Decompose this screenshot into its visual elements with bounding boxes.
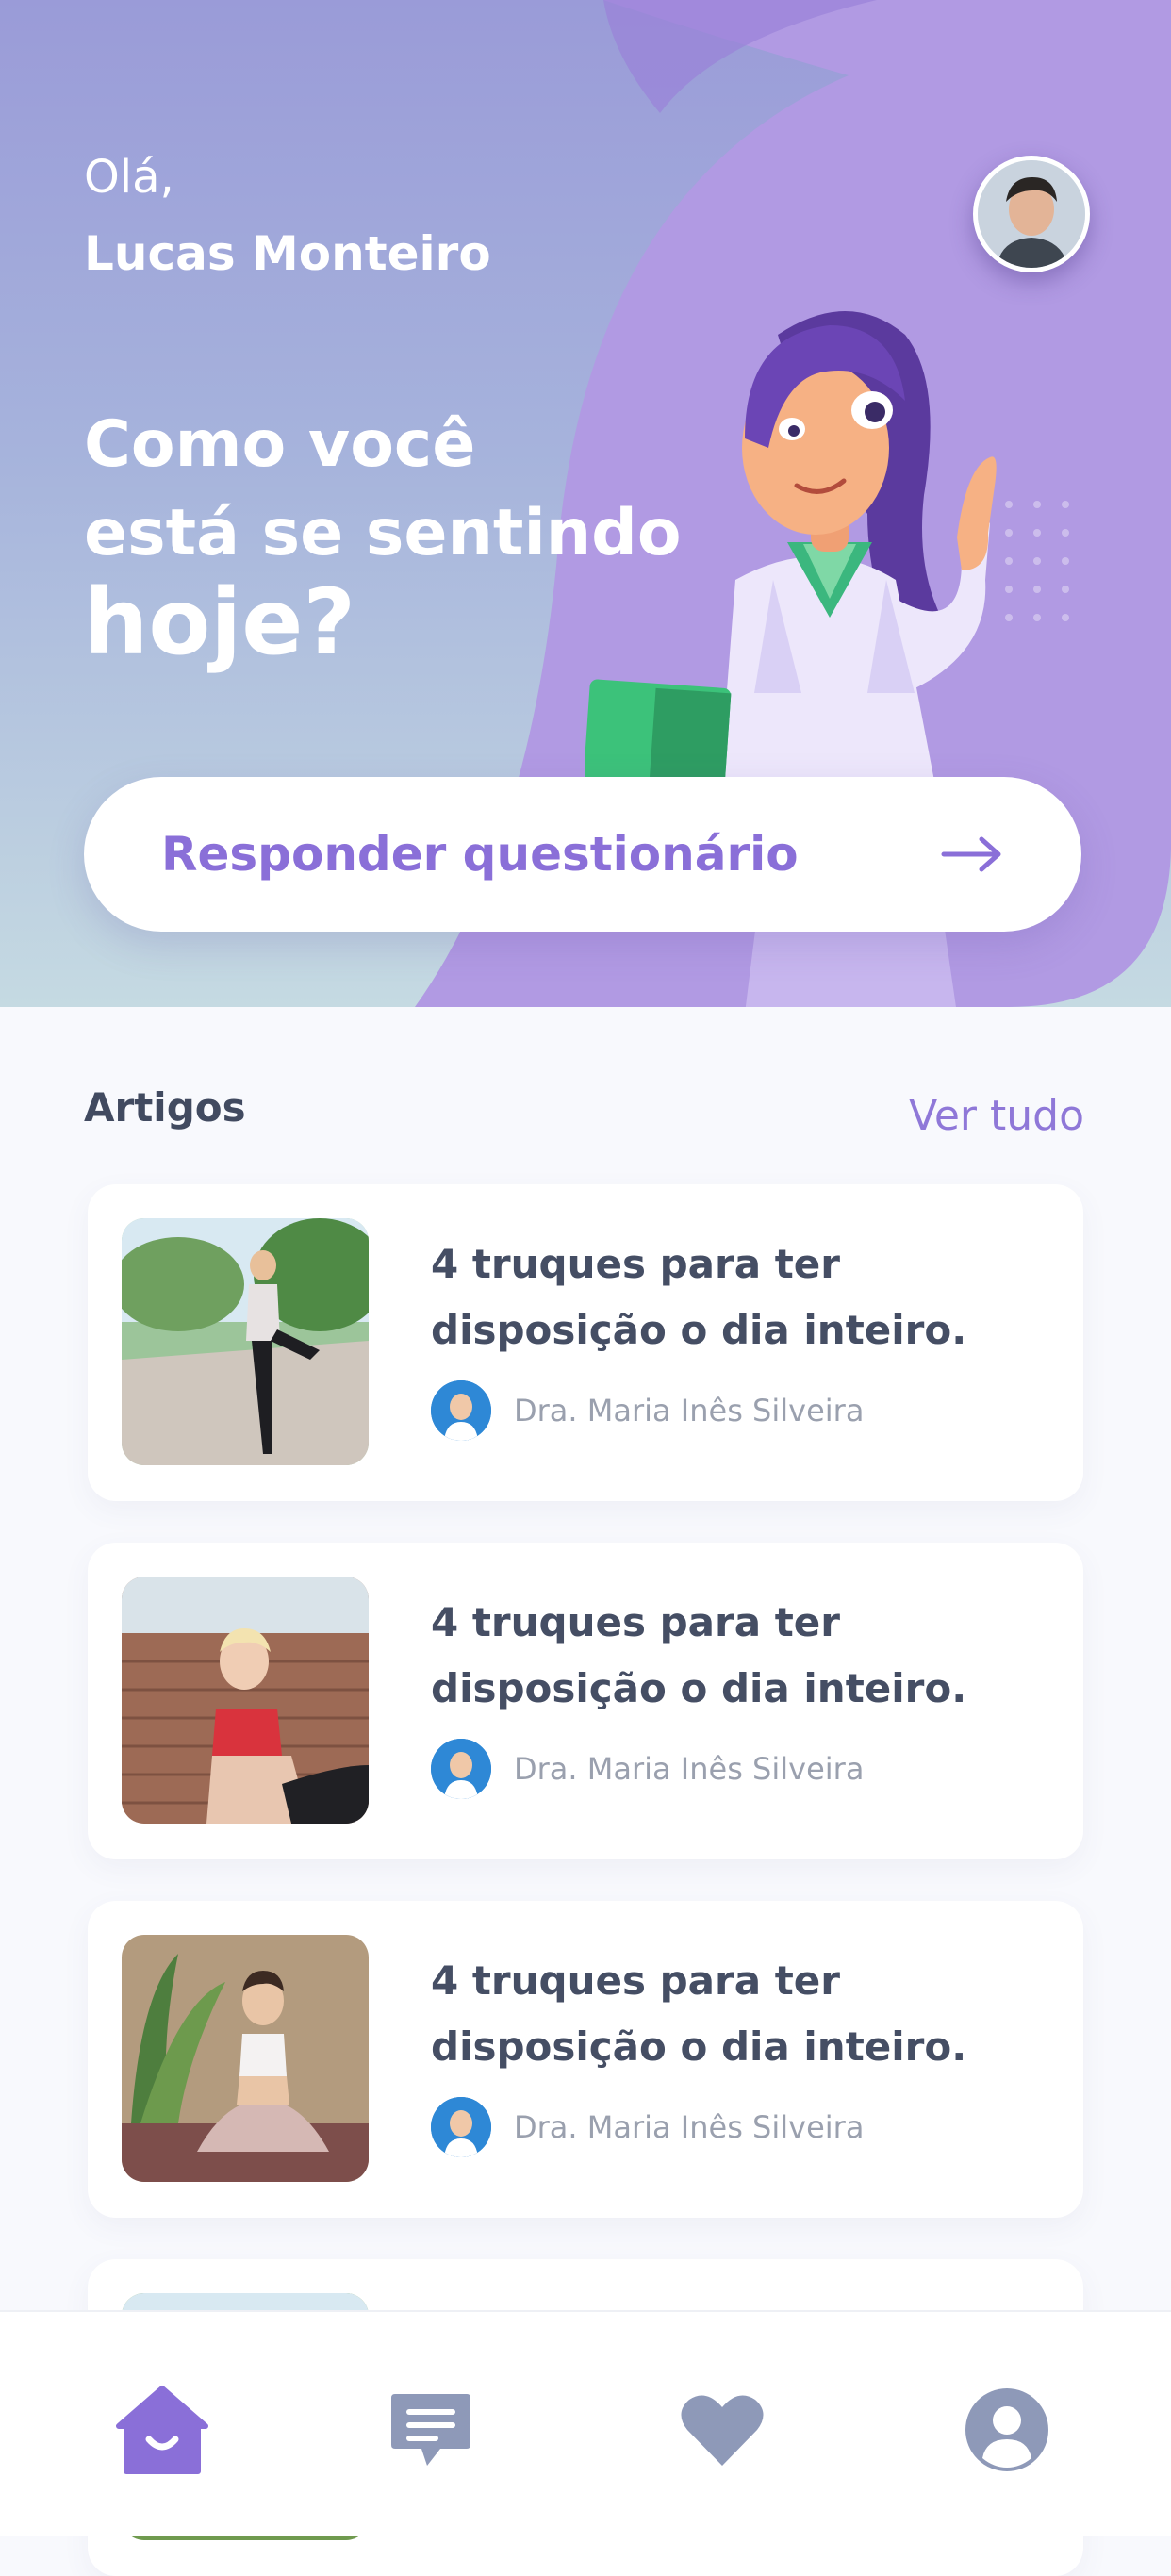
nav-home[interactable] (110, 2378, 214, 2482)
user-name: Lucas Monteiro (84, 226, 491, 281)
answer-questionnaire-label: Responder questionário (161, 827, 799, 882)
hero-section: Olá, Lucas Monteiro Como você está se se… (0, 0, 1171, 1007)
home-icon (116, 2386, 208, 2474)
user-avatar-image (978, 160, 1085, 268)
greeting-text: Olá, (84, 151, 174, 204)
article-author: Dra. Maria Inês Silveira (431, 1380, 864, 1441)
nav-favorites[interactable] (670, 2378, 774, 2482)
author-name: Dra. Maria Inês Silveira (514, 1751, 865, 1787)
profile-icon (965, 2388, 1048, 2471)
articles-section-title: Artigos (84, 1084, 246, 1131)
article-title: 4 truques para ter disposição o dia inte… (431, 1241, 967, 1353)
chat-icon (391, 2394, 470, 2466)
answer-questionnaire-button[interactable]: Responder questionário (84, 777, 1081, 932)
article-title: 4 truques para ter disposição o dia inte… (431, 1957, 967, 2070)
heart-icon (681, 2395, 764, 2466)
article-thumbnail (122, 1218, 369, 1465)
see-all-link[interactable]: Ver tudo (909, 1092, 1084, 1140)
author-avatar (431, 2097, 491, 2157)
bottom-navigation (0, 2310, 1171, 2536)
woman-stretching-image (122, 1218, 369, 1465)
author-name: Dra. Maria Inês Silveira (514, 1393, 865, 1428)
article-author: Dra. Maria Inês Silveira (431, 1739, 864, 1799)
article-title: 4 truques para ter disposição o dia inte… (431, 1599, 967, 1711)
article-thumbnail (122, 1577, 369, 1824)
article-author: Dra. Maria Inês Silveira (431, 2097, 864, 2157)
article-card[interactable]: 4 truques para ter disposição o dia inte… (88, 1901, 1083, 2218)
article-thumbnail (122, 1935, 369, 2182)
user-avatar[interactable] (973, 156, 1090, 272)
article-card[interactable]: 4 truques para ter disposição o dia inte… (88, 1184, 1083, 1501)
nav-profile[interactable] (955, 2378, 1059, 2482)
article-card[interactable]: 4 truques para ter disposição o dia inte… (88, 1543, 1083, 1859)
author-name: Dra. Maria Inês Silveira (514, 2109, 865, 2145)
author-avatar (431, 1380, 491, 1441)
woman-brick-wall-image (122, 1577, 369, 1824)
nav-messages[interactable] (379, 2378, 483, 2482)
woman-meditating-image (122, 1935, 369, 2182)
arrow-right-icon (941, 836, 1001, 872)
author-avatar (431, 1739, 491, 1799)
